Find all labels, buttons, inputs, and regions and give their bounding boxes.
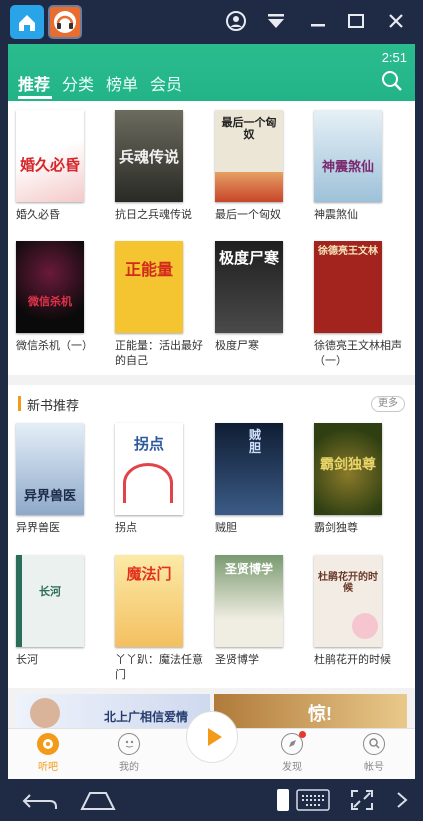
nav-label: 听吧 [38, 762, 58, 773]
nav-label: 帐号 [364, 762, 384, 773]
tab-category[interactable]: 分类 [62, 71, 94, 95]
book-cover[interactable]: 贼胆 [215, 423, 283, 515]
book-cover[interactable]: 长河 [16, 555, 84, 647]
new-books-section: 新书推荐 更多 异界兽医 异界兽医 拐点 拐点 贼胆 贼胆 霸剑独尊 霸剑独尊 … [8, 385, 415, 688]
play-icon [208, 728, 222, 746]
app-headphones-icon [54, 11, 76, 33]
section-title: 新书推荐 [27, 398, 80, 413]
book-cover[interactable]: 拐点 [115, 423, 183, 515]
nav-label: 我的 [119, 762, 139, 773]
home-nav-icon[interactable] [78, 789, 118, 813]
book-cover[interactable]: 异界兽医 [16, 423, 84, 515]
section-accent-bar [18, 396, 21, 411]
fullscreen-icon[interactable] [348, 787, 376, 813]
book-cover[interactable]: 最后一个匈奴 [215, 110, 283, 202]
book-title: 长河 [16, 654, 38, 666]
book-title: 婚久必昏 [16, 209, 60, 221]
listen-icon [37, 733, 59, 755]
status-clock: 2:51 [381, 50, 407, 65]
nav-label: 发现 [282, 762, 302, 773]
book-cover[interactable]: 魔法门 [115, 555, 183, 647]
book-title: 抗日之兵魂传说 [115, 209, 192, 221]
book-title: 杜鹃花开的时候 [314, 654, 391, 666]
account-icon[interactable] [225, 10, 247, 32]
book-cover[interactable]: 神震煞仙 [314, 110, 382, 202]
emulator-home-tab[interactable] [10, 5, 44, 39]
phone-icon[interactable] [276, 787, 290, 813]
tab-membership[interactable]: 会员 [150, 71, 182, 95]
more-button[interactable]: 更多 [371, 396, 405, 412]
book-title: 神震煞仙 [314, 209, 358, 221]
notification-dot [299, 731, 306, 738]
promo-banner[interactable]: 惊! [214, 694, 407, 729]
nav-discover[interactable]: 发现 [266, 731, 318, 773]
book-cover[interactable]: 霸剑独尊 [314, 423, 382, 515]
emulator-bottom-bar [0, 779, 423, 821]
book-cover[interactable]: 正能量 [115, 241, 183, 333]
book-cover[interactable]: 微信杀机 [16, 241, 84, 333]
book-cover[interactable]: 极度尸寒 [215, 241, 283, 333]
tab-ranking[interactable]: 榜单 [106, 71, 138, 95]
phone-screen: 2:51 推荐 分类 榜单 会员 婚久必昏 婚久必昏 兵魂传说 抗日之兵魂传说 [8, 44, 415, 779]
search-icon[interactable] [381, 70, 403, 92]
promo-banner[interactable]: 北上广相信爱情 [16, 694, 210, 729]
book-title: 圣贤博学 [215, 654, 259, 666]
emulator-app-tab[interactable] [48, 5, 82, 39]
home-icon [19, 15, 35, 31]
minimize-icon[interactable] [307, 10, 329, 32]
book-cover[interactable]: 婚久必昏 [16, 110, 84, 202]
book-title: 贼胆 [215, 522, 237, 534]
book-title: 丫丫趴：魔法任意门 [115, 654, 203, 681]
book-cover[interactable]: 兵魂传说 [115, 110, 183, 202]
keyboard-icon[interactable] [296, 788, 330, 812]
compass-icon [281, 731, 306, 755]
dropdown-menu-icon[interactable] [265, 10, 287, 32]
book-title: 最后一个匈奴 [215, 209, 281, 221]
book-title: 微信杀机（一） [16, 340, 93, 352]
recommended-section: 婚久必昏 婚久必昏 兵魂传说 抗日之兵魂传说 最后一个匈奴 最后一个匈奴 神震煞… [8, 101, 415, 375]
book-title: 极度尸寒 [215, 340, 259, 352]
banner-text: 惊! [308, 704, 332, 724]
play-button[interactable] [186, 711, 238, 763]
banner-text: 北上广相信爱情 [104, 710, 189, 724]
face-icon [118, 733, 140, 755]
account-search-icon [363, 733, 385, 755]
maximize-icon[interactable] [345, 10, 367, 32]
active-tab-indicator [18, 96, 52, 99]
app-header: 2:51 推荐 分类 榜单 会员 [8, 44, 415, 101]
emulator-top-bar [0, 0, 423, 44]
book-title: 异界兽医 [16, 522, 60, 534]
chevron-right-icon[interactable] [394, 789, 410, 811]
book-cover[interactable]: 杜鹃花开的时候 [314, 555, 382, 647]
book-cover[interactable]: 徐德亮王文林 [314, 241, 382, 333]
nav-mine[interactable]: 我的 [103, 733, 155, 773]
nav-account[interactable]: 帐号 [348, 733, 400, 773]
book-cover[interactable]: 圣贤博学 [215, 555, 283, 647]
book-title: 拐点 [115, 522, 137, 534]
nav-listen[interactable]: 听吧 [22, 733, 74, 773]
book-title: 霸剑独尊 [314, 522, 358, 534]
book-title: 徐德亮王文林相声（一） [314, 340, 402, 367]
book-title: 正能量：活出最好的自己 [115, 340, 203, 367]
back-icon[interactable] [20, 787, 60, 813]
close-icon[interactable] [385, 10, 407, 32]
tab-recommend[interactable]: 推荐 [18, 71, 50, 95]
